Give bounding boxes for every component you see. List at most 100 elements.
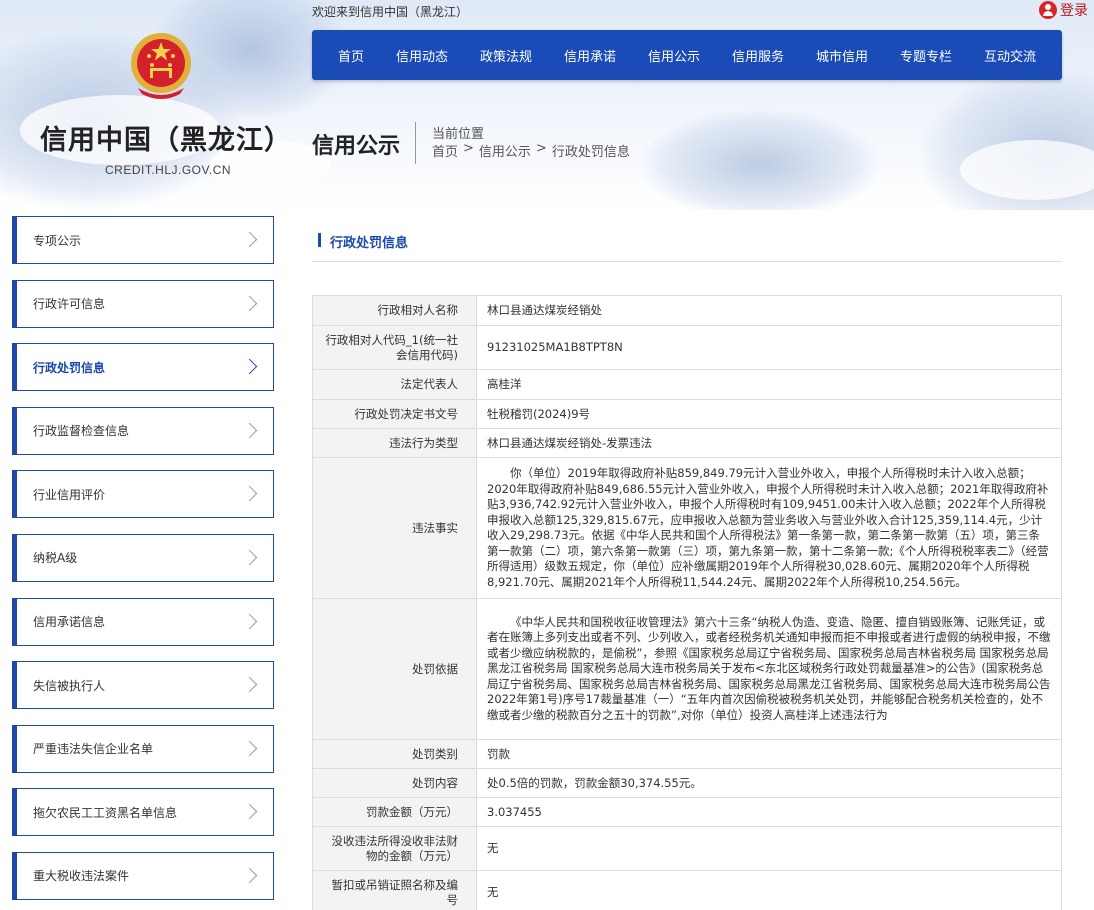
breadcrumb-home[interactable]: 首页 [432, 141, 458, 160]
chevron-right-icon [241, 804, 258, 820]
field-value: 牡税稽罚(2024)9号 [476, 399, 1062, 429]
field-value: 无 [476, 870, 1062, 910]
field-label: 违法行为类型 [312, 428, 477, 458]
chevron-right-icon [241, 549, 258, 566]
welcome-text: 欢迎来到信用中国（黑龙江） [312, 5, 469, 19]
location-label: 当前位置 [432, 127, 485, 142]
sidebar-item-label: 拖欠农民工工资黑名单信息 [33, 805, 178, 820]
table-row: 行政处罚决定书文号 牡税稽罚(2024)9号 [312, 399, 1062, 429]
chevron-right-icon [241, 613, 258, 629]
field-label: 法定代表人 [312, 369, 477, 400]
chevron-right-icon [241, 295, 258, 311]
sidebar-item-serious-violation[interactable]: 严重违法失信企业名单 [12, 724, 274, 773]
field-label: 暂扣或吊销证照名称及编号 [312, 870, 477, 910]
sidebar-item-label: 行政监督检查信息 [33, 424, 130, 439]
site-url: CREDIT.HLJ.GOV.CN [105, 163, 232, 177]
field-value: 处0.5倍的罚款，罚款金额30,374.55元。 [476, 768, 1062, 798]
field-label: 没收违法所得没收非法财物的金额（万元） [312, 826, 477, 871]
content-header: 行政处罚信息 [312, 222, 1062, 262]
login-link[interactable]: 登录 [1039, 0, 1088, 20]
field-label: 处罚依据 [312, 598, 477, 740]
table-row: 处罚依据 《中华人民共和国税收征收管理法》第六十三条“纳税人伪造、变造、隐匿、擅… [312, 598, 1062, 740]
main-nav: 首页 信用动态 政策法规 信用承诺 信用公示 信用服务 城市信用 专题专栏 互动… [312, 30, 1062, 80]
national-emblem-icon [131, 33, 191, 99]
field-label: 违法事实 [312, 457, 477, 599]
nav-item-credit-publicity[interactable]: 信用公示 [648, 46, 700, 65]
chevron-right-icon [241, 486, 258, 502]
sidebar-item-credit-commitment[interactable]: 信用承诺信息 [12, 597, 274, 646]
field-value: 高桂洋 [476, 369, 1062, 400]
user-icon [1039, 1, 1057, 19]
breadcrumb-credit-publicity[interactable]: 信用公示 [479, 141, 531, 160]
sidebar-item-special-publicity[interactable]: 专项公示 [12, 216, 274, 264]
sidebar-item-industry-rating[interactable]: 行业信用评价 [12, 470, 274, 519]
breadcrumb: 首页 > 信用公示 > 行政处罚信息 [432, 141, 630, 160]
breadcrumb-separator: > [463, 141, 474, 156]
field-label: 行政相对人代码_1(统一社会信用代码) [312, 325, 477, 370]
table-row: 违法事实 你（单位）2019年取得政府补贴859,849.79元计入营业外收入，… [312, 457, 1062, 599]
table-row: 没收违法所得没收非法财物的金额（万元） 无 [312, 826, 1062, 871]
table-row: 行政相对人代码_1(统一社会信用代码) 91231025MA1B8TPT8N [312, 325, 1062, 370]
chevron-right-icon [241, 358, 258, 375]
field-value: 91231025MA1B8TPT8N [476, 325, 1062, 370]
sidebar-item-label: 失信被执行人 [33, 678, 106, 693]
sidebar-item-label: 专项公示 [33, 233, 82, 248]
field-value: 3.037455 [476, 797, 1062, 827]
title-accent-bar [318, 233, 321, 247]
nav-item-policies[interactable]: 政策法规 [480, 46, 532, 65]
table-row: 行政相对人名称 林口县通达煤炭经销处 [312, 295, 1062, 326]
table-row: 罚款金额（万元） 3.037455 [312, 797, 1062, 827]
field-label: 罚款金额（万元） [312, 797, 477, 827]
nav-item-credit-service[interactable]: 信用服务 [732, 46, 784, 65]
nav-item-home[interactable]: 首页 [338, 46, 364, 65]
field-label: 处罚类别 [312, 739, 477, 769]
table-row: 法定代表人 高桂洋 [312, 369, 1062, 400]
chevron-right-icon [241, 867, 258, 884]
sidebar-item-label: 重大税收违法案件 [33, 869, 130, 884]
sidebar-item-label: 行业信用评价 [33, 487, 106, 502]
sidebar-item-label: 行政许可信息 [33, 297, 106, 312]
sidebar-item-label: 严重违法失信企业名单 [33, 742, 154, 757]
section-title: 信用公示 [312, 134, 401, 159]
sidebar-item-admin-penalty[interactable]: 行政处罚信息 [12, 343, 274, 392]
nav-item-city-credit[interactable]: 城市信用 [816, 46, 868, 65]
login-label: 登录 [1060, 3, 1088, 19]
field-value: 《中华人民共和国税收征收管理法》第六十三条“纳税人伪造、变造、隐匿、擅自销毁账簿… [476, 598, 1062, 740]
penalty-info-table: 行政相对人名称 林口县通达煤炭经销处 行政相对人代码_1(统一社会信用代码) 9… [312, 295, 1062, 910]
chevron-right-icon [241, 676, 258, 693]
nav-item-special-topics[interactable]: 专题专栏 [900, 46, 952, 65]
sidebar: 专项公示 行政许可信息 行政处罚信息 行政监督检查信息 行业信用评价 纳税A级 … [12, 216, 274, 910]
breadcrumb-current: 行政处罚信息 [551, 145, 630, 160]
field-value: 无 [476, 826, 1062, 871]
table-row: 处罚内容 处0.5倍的罚款，罚款金额30,374.55元。 [312, 768, 1062, 798]
field-value: 林口县通达煤炭经销处 [476, 295, 1062, 326]
sidebar-item-tax-violation[interactable]: 重大税收违法案件 [12, 851, 274, 900]
sidebar-item-wage-arrears[interactable]: 拖欠农民工工资黑名单信息 [12, 788, 274, 837]
field-label: 行政相对人名称 [312, 295, 477, 326]
sidebar-item-label: 行政处罚信息 [33, 360, 106, 375]
field-value: 你（单位）2019年取得政府补贴859,849.79元计入营业外收入，申报个人所… [476, 457, 1062, 599]
site-title: 信用中国（黑龙江） [40, 125, 292, 156]
breadcrumb-separator: > [535, 141, 547, 156]
chevron-right-icon [241, 422, 258, 439]
sidebar-item-label: 信用承诺信息 [33, 615, 106, 630]
table-row: 违法行为类型 林口县通达煤炭经销处-发票违法 [312, 428, 1062, 458]
field-value: 林口县通达煤炭经销处-发票违法 [476, 428, 1062, 458]
table-row: 处罚类别 罚款 [312, 739, 1062, 769]
sidebar-item-admin-inspection[interactable]: 行政监督检查信息 [12, 406, 274, 455]
sidebar-item-dishonest-debtor[interactable]: 失信被执行人 [12, 661, 274, 710]
field-label: 行政处罚决定书文号 [312, 399, 477, 429]
table-row: 暂扣或吊销证照名称及编号 无 [312, 870, 1062, 910]
sidebar-item-tax-a-level[interactable]: 纳税A级 [12, 533, 274, 582]
sidebar-item-label: 纳税A级 [33, 551, 78, 566]
field-value: 罚款 [476, 739, 1062, 769]
nav-item-interaction[interactable]: 互动交流 [984, 46, 1036, 65]
chevron-right-icon [241, 740, 258, 757]
title-divider [415, 122, 416, 164]
nav-item-credit-news[interactable]: 信用动态 [396, 46, 448, 65]
sidebar-item-admin-license[interactable]: 行政许可信息 [12, 279, 274, 328]
field-label: 处罚内容 [312, 768, 477, 798]
content-title: 行政处罚信息 [330, 236, 409, 251]
nav-item-credit-commitment[interactable]: 信用承诺 [564, 46, 616, 65]
chevron-right-icon [241, 231, 258, 248]
